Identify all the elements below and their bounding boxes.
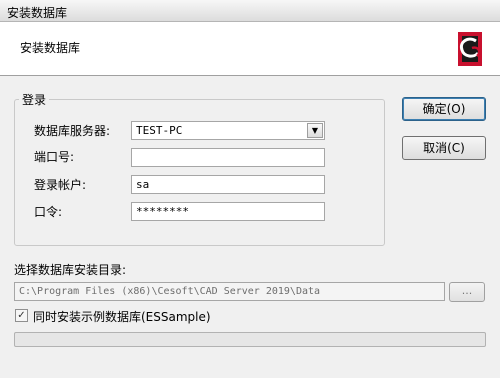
checkmark-icon: ✓ [17,310,26,321]
login-group-legend: 登录 [22,93,47,107]
cancel-button[interactable]: 取消(C) [402,136,486,160]
server-label: 数据库服务器: [34,124,111,138]
window-title: 安装数据库 [7,6,68,20]
password-label: 口令: [34,205,63,219]
login-group: 登录 [14,91,385,246]
password-input[interactable]: ******** [131,202,325,221]
port-label: 端口号: [34,150,75,164]
browse-button[interactable]: ... [449,282,485,302]
cesoft-logo-icon [458,32,482,66]
account-label: 登录帐户: [34,178,87,192]
sample-checkbox[interactable]: ✓ [15,309,28,322]
port-input[interactable] [131,148,325,167]
chevron-down-icon[interactable]: ▼ [307,123,323,138]
install-progress-bar [14,332,486,347]
server-value: TEST-PC [136,124,183,137]
title-bar[interactable]: 安装数据库 [0,0,500,22]
sample-label[interactable]: 同时安装示例数据库(ESSample) [33,308,211,325]
install-dir-input[interactable]: C:\Program Files (x86)\Cesoft\CAD Server… [14,282,445,301]
account-input[interactable]: sa [131,175,325,194]
dialog-header: 安装数据库 [0,22,500,76]
server-combobox[interactable]: TEST-PC ▼ [131,121,325,140]
ok-button[interactable]: 确定(O) [402,97,486,121]
header-title: 安装数据库 [20,41,81,55]
install-dir-label: 选择数据库安装目录: [14,263,127,277]
